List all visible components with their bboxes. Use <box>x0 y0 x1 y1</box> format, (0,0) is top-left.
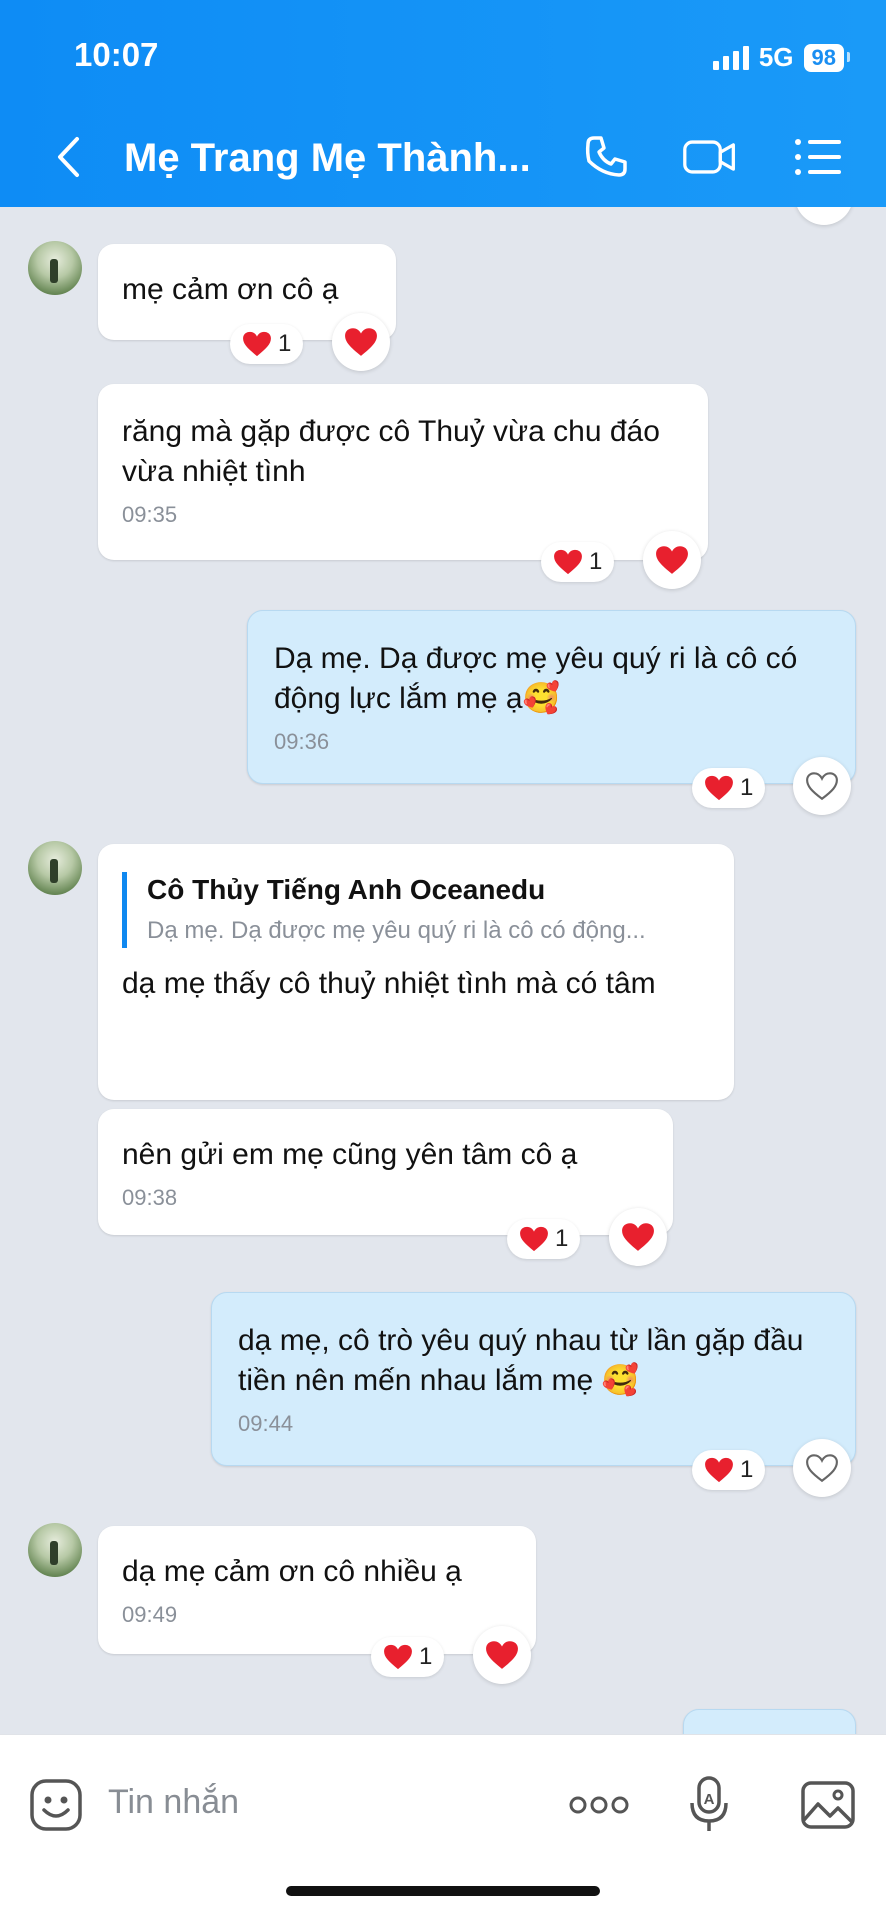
signal-icon <box>712 45 749 70</box>
message-bubble[interactable]: nên gửi em mẹ cũng yên tâm cô ạ 09:38 <box>98 1109 673 1235</box>
message-time: 09:38 <box>122 1185 178 1210</box>
reaction-button[interactable] <box>793 757 851 815</box>
call-button[interactable] <box>578 132 634 182</box>
message-text: dạ mẹ, cô trò yêu quý nhau từ lần gặp đầ… <box>238 1324 804 1397</box>
more-button[interactable] <box>566 1787 632 1823</box>
sticker-icon <box>30 1779 82 1831</box>
message-text: mẹ cảm ơn cô ạ <box>122 273 339 306</box>
image-button[interactable] <box>798 1775 858 1835</box>
message-input[interactable]: Tin nhắn <box>108 1783 239 1822</box>
message-bubble[interactable]: răng mà gặp được cô Thuỷ vừa chu đáo vừa… <box>98 384 708 560</box>
more-icon <box>569 1796 629 1814</box>
heart-icon <box>345 328 377 356</box>
avatar[interactable] <box>28 241 82 295</box>
reaction-count[interactable]: 1 <box>692 1450 766 1490</box>
heart-icon <box>705 775 733 801</box>
reaction-number: 1 <box>419 1643 433 1670</box>
reaction-count[interactable]: 1 <box>230 324 304 364</box>
avatar[interactable] <box>28 841 82 895</box>
chat-header: 10:07 5G 98 Mẹ Trang Mẹ Thành... <box>0 0 886 207</box>
message-time: 09:44 <box>238 1411 294 1436</box>
my-message-bubble[interactable]: dạ mẹ, cô trò yêu quý nhau từ lần gặp đầ… <box>211 1292 856 1466</box>
heart-icon <box>486 1641 518 1669</box>
reaction-count[interactable]: 1 <box>371 1637 445 1677</box>
heart-icon <box>622 1223 654 1251</box>
menu-button[interactable] <box>790 132 846 182</box>
sticker-button[interactable] <box>26 1775 86 1835</box>
reaction-button[interactable] <box>643 531 701 589</box>
message-text: Dạ mẹ. Dạ được mẹ yêu quý ri là cô có độ… <box>274 642 798 715</box>
back-button[interactable] <box>48 132 88 182</box>
image-icon <box>801 1781 855 1829</box>
voice-button[interactable]: A <box>684 1773 734 1837</box>
heart-icon <box>705 1457 733 1483</box>
reaction-count[interactable]: 1 <box>692 768 766 808</box>
network-type: 5G <box>758 42 794 72</box>
message-bubble[interactable]: dạ mẹ cảm ơn cô nhiều ạ 09:49 <box>98 1526 536 1654</box>
reaction-number: 1 <box>555 1225 569 1252</box>
my-message-bubble[interactable]: Dạ mẹ. Dạ được mẹ yêu quý ri là cô có độ… <box>247 610 856 784</box>
reaction-count[interactable]: 1 <box>541 542 615 582</box>
status-indicators: 5G 98 <box>712 42 851 73</box>
message-list[interactable]: mẹ cảm ơn cô ạ 1 răng mà gặp được cô Thu… <box>0 207 886 1734</box>
video-icon <box>683 140 735 174</box>
heart-icon <box>384 1644 412 1670</box>
reaction-button[interactable] <box>473 1626 531 1684</box>
voice-icon: A <box>690 1776 728 1831</box>
status-time: 10:07 <box>74 36 159 73</box>
heart-icon <box>243 331 271 357</box>
reaction-button[interactable] <box>332 313 390 371</box>
message-time: 09:49 <box>122 1602 178 1627</box>
heart-icon <box>554 549 582 575</box>
chat-title[interactable]: Mẹ Trang Mẹ Thành... <box>124 136 531 181</box>
heart-icon <box>656 546 688 574</box>
message-time: 09:36 <box>274 729 330 754</box>
svg-text:A: A <box>704 1791 715 1808</box>
reaction-button[interactable] <box>609 1208 667 1266</box>
heart-icon <box>520 1226 548 1252</box>
message-text: dạ mẹ thấy cô thuỷ nhiệt tình mà có tâm <box>122 967 656 1000</box>
reaction-number: 1 <box>740 774 754 801</box>
heart-outline-icon <box>806 1454 838 1483</box>
message-text: dạ mẹ cảm ơn cô nhiều ạ <box>122 1555 462 1588</box>
my-message-bubble[interactable] <box>683 1709 856 1734</box>
video-call-button[interactable] <box>682 132 738 182</box>
menu-icon <box>795 139 841 175</box>
message-text: răng mà gặp được cô Thuỷ vừa chu đáo vừa… <box>122 415 660 488</box>
quoted-message[interactable]: Cô Thủy Tiếng Anh Oceanedu Dạ mẹ. Dạ đượ… <box>122 872 710 948</box>
quote-sender: Cô Thủy Tiếng Anh Oceanedu <box>147 874 546 905</box>
reaction-button[interactable] <box>795 207 853 225</box>
reaction-button[interactable] <box>793 1439 851 1497</box>
phone-icon <box>585 136 627 177</box>
reaction-count[interactable]: 1 <box>507 1219 581 1259</box>
heart-outline-icon <box>806 772 838 801</box>
back-icon <box>58 137 79 177</box>
message-text: nên gửi em mẹ cũng yên tâm cô ạ <box>122 1138 578 1171</box>
quote-preview: Dạ mẹ. Dạ được mẹ yêu quý ri là cô có độ… <box>147 917 646 944</box>
reaction-number: 1 <box>589 548 603 575</box>
message-bubble-with-quote[interactable]: Cô Thủy Tiếng Anh Oceanedu Dạ mẹ. Dạ đượ… <box>98 844 734 1100</box>
reaction-number: 1 <box>278 330 292 357</box>
message-time: 09:35 <box>122 502 178 527</box>
battery-icon: 98 <box>803 43 851 72</box>
home-indicator[interactable] <box>286 1886 600 1896</box>
reaction-number: 1 <box>740 1456 754 1483</box>
avatar[interactable] <box>28 1523 82 1577</box>
